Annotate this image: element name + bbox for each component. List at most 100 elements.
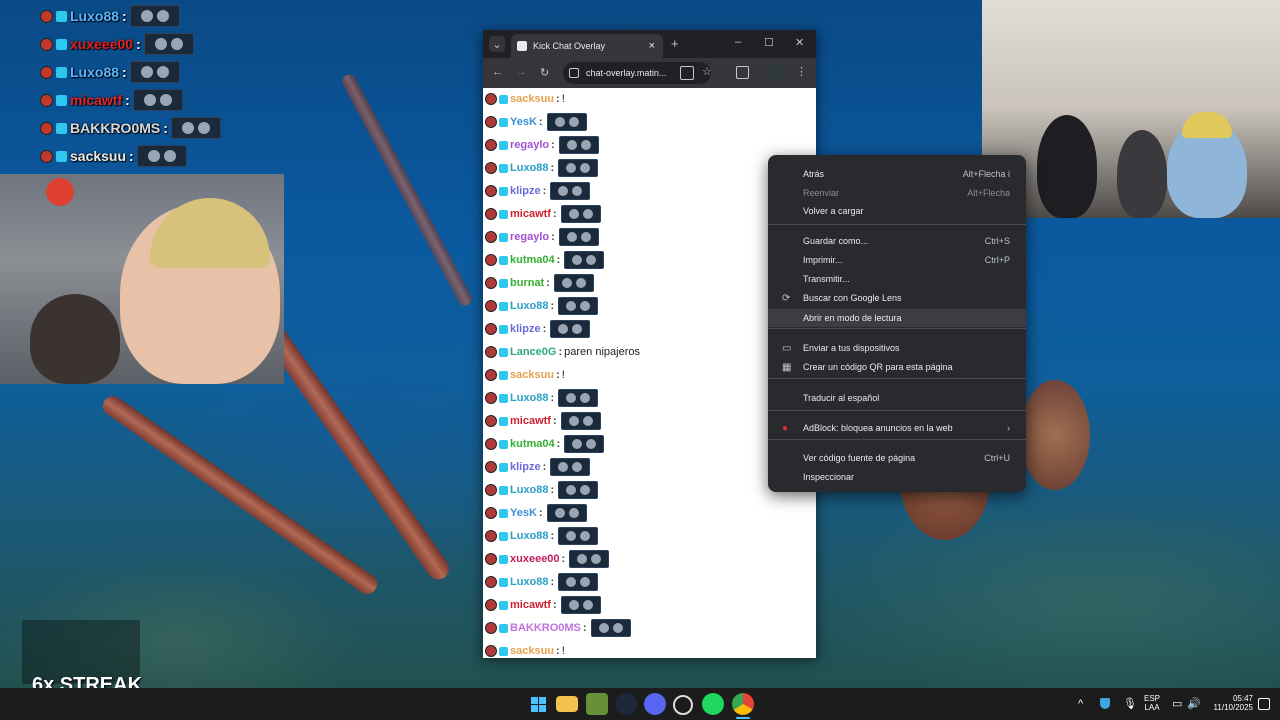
- chat-emote: [564, 435, 605, 453]
- clock[interactable]: 05:47 11/10/2025: [1205, 694, 1253, 712]
- context-menu-item[interactable]: Ver código fuente de página Ctrl+U: [768, 449, 1026, 467]
- menu-item-shortcut: ›: [1007, 423, 1010, 433]
- spotify-icon[interactable]: [702, 693, 724, 715]
- microphone-icon[interactable]: 🎙: [1123, 697, 1137, 710]
- clock-date: 11/10/2025: [1213, 703, 1253, 712]
- chat-line: xuxeee00:: [485, 550, 610, 568]
- cube-badge-icon: [499, 140, 508, 150]
- tab-search-icon[interactable]: ⌄: [489, 36, 505, 52]
- steam-icon[interactable]: [615, 693, 637, 715]
- chat-username: YesK: [510, 507, 537, 519]
- context-menu-item[interactable]: Imprimir... Ctrl+P: [768, 251, 1026, 269]
- profile-avatar-icon[interactable]: [769, 65, 783, 79]
- forward-button[interactable]: →: [516, 66, 527, 78]
- cube-badge-icon: [499, 508, 508, 518]
- notification-icon[interactable]: [1258, 698, 1270, 710]
- chat-emote: [550, 320, 591, 338]
- menu-item-label: Abrir en modo de lectura: [803, 313, 902, 323]
- badge-icon: [485, 369, 497, 381]
- chat-emote: [558, 136, 599, 154]
- browser-menu-icon[interactable]: ⋮: [796, 65, 807, 78]
- badge-icon: [485, 231, 497, 243]
- context-menu-item[interactable]: ⟳ Buscar con Google Lens: [768, 289, 1026, 307]
- menu-item-shortcut: Ctrl+S: [984, 236, 1010, 246]
- cube-badge-icon: [499, 278, 508, 288]
- menu-item-label: Crear un código QR para esta página: [803, 362, 953, 372]
- chat-line: kutma04:: [485, 435, 605, 453]
- badge-icon: [485, 484, 497, 496]
- context-menu-item[interactable]: ▦ Crear un código QR para esta página: [768, 358, 1026, 376]
- context-menu-item[interactable]: Volver a cargar: [768, 202, 1026, 220]
- site-info-icon[interactable]: [569, 68, 579, 78]
- cube-badge-icon: [499, 186, 508, 196]
- chat-line: YesK:: [485, 113, 587, 131]
- minimize-button[interactable]: –: [735, 36, 741, 48]
- menu-separator: [768, 224, 1026, 225]
- browser-tab[interactable]: Kick Chat Overlay ×: [511, 34, 663, 58]
- menu-item-label: Volver a cargar: [803, 206, 864, 216]
- chat-message: !: [561, 93, 565, 105]
- network-icon[interactable]: ▭: [1172, 697, 1182, 710]
- badge-icon: [40, 149, 53, 163]
- chat-overlay-page[interactable]: sacksuu:! YesK: regaylo: Luxo88: klipze: mica…: [483, 88, 816, 658]
- context-menu-item[interactable]: ▭ Enviar a tus dispositivos: [768, 339, 1026, 357]
- cube-badge-icon: [499, 94, 508, 104]
- chrome-icon[interactable]: [732, 693, 754, 715]
- chat-line: BAKKRO0MS:: [485, 619, 631, 637]
- chat-line: regaylo:: [485, 136, 599, 154]
- defender-shield-icon[interactable]: [1100, 698, 1110, 709]
- cube-badge-icon: [499, 531, 508, 541]
- chat-emote: [132, 89, 183, 111]
- badge-icon: [485, 645, 497, 657]
- context-menu-item[interactable]: Abrir en modo de lectura: [768, 309, 1026, 327]
- chat-username: regaylo: [510, 231, 550, 243]
- context-menu-item[interactable]: Reenviar Alt+Flecha: [768, 184, 1026, 202]
- new-tab-button[interactable]: +: [671, 36, 679, 51]
- badge-icon: [40, 37, 53, 51]
- file-explorer-icon[interactable]: [556, 696, 578, 712]
- colon-separator: :: [125, 92, 130, 108]
- colon-separator: :: [552, 599, 557, 611]
- context-menu-item[interactable]: Guardar como... Ctrl+S: [768, 232, 1026, 250]
- badge-icon: [485, 185, 497, 197]
- chat-line: Luxo88:: [485, 389, 599, 407]
- chat-username: YesK: [510, 116, 537, 128]
- colon-separator: :: [542, 323, 547, 335]
- app-icon[interactable]: [673, 695, 693, 715]
- context-menu-item[interactable]: Transmitir...: [768, 270, 1026, 288]
- reload-button[interactable]: ↻: [540, 66, 549, 79]
- cube-badge-icon: [499, 462, 508, 472]
- back-button[interactable]: ←: [492, 66, 503, 78]
- discord-icon[interactable]: [644, 693, 666, 715]
- webcam-feed-right: [982, 0, 1280, 218]
- context-menu-item[interactable]: ● AdBlock: bloquea anuncios en la web ›: [768, 419, 1026, 437]
- chat-emote: [560, 412, 601, 430]
- context-menu-item[interactable]: Atrás Alt+Flecha i: [768, 165, 1026, 183]
- qr-code-icon: ▦: [782, 361, 792, 373]
- context-menu-item[interactable]: Inspeccionar: [768, 468, 1026, 486]
- chat-emote: [558, 389, 599, 407]
- context-menu-item[interactable]: Traducir al español: [768, 389, 1026, 407]
- person-left: [1037, 115, 1097, 218]
- windows-start-icon[interactable]: [527, 693, 549, 715]
- minecraft-icon[interactable]: [586, 693, 608, 715]
- volume-icon[interactable]: 🔊: [1187, 697, 1201, 710]
- language-indicator[interactable]: ESP LAA: [1142, 694, 1162, 712]
- show-hidden-icons-chevron[interactable]: ^: [1078, 698, 1083, 710]
- chat-username: klipze: [510, 323, 541, 335]
- translate-icon[interactable]: [680, 66, 694, 80]
- cube-badge-icon: [56, 66, 67, 78]
- cube-badge-icon: [499, 301, 508, 311]
- extensions-icon[interactable]: [736, 66, 749, 79]
- colon-separator: :: [582, 622, 587, 634]
- browser-toolbar: ← → ↻ chat-overlay.matin... ☆ ⋮: [483, 58, 816, 88]
- menu-separator: [768, 439, 1026, 440]
- chat-line: Luxo88:: [485, 159, 599, 177]
- badge-icon: [485, 116, 497, 128]
- badge-icon: [40, 121, 53, 135]
- bookmark-star-icon[interactable]: ☆: [702, 65, 712, 78]
- maximize-button[interactable]: ☐: [764, 36, 774, 49]
- close-window-button[interactable]: ✕: [795, 36, 804, 49]
- tab-close-icon[interactable]: ×: [649, 40, 655, 52]
- chat-emote: [558, 159, 599, 177]
